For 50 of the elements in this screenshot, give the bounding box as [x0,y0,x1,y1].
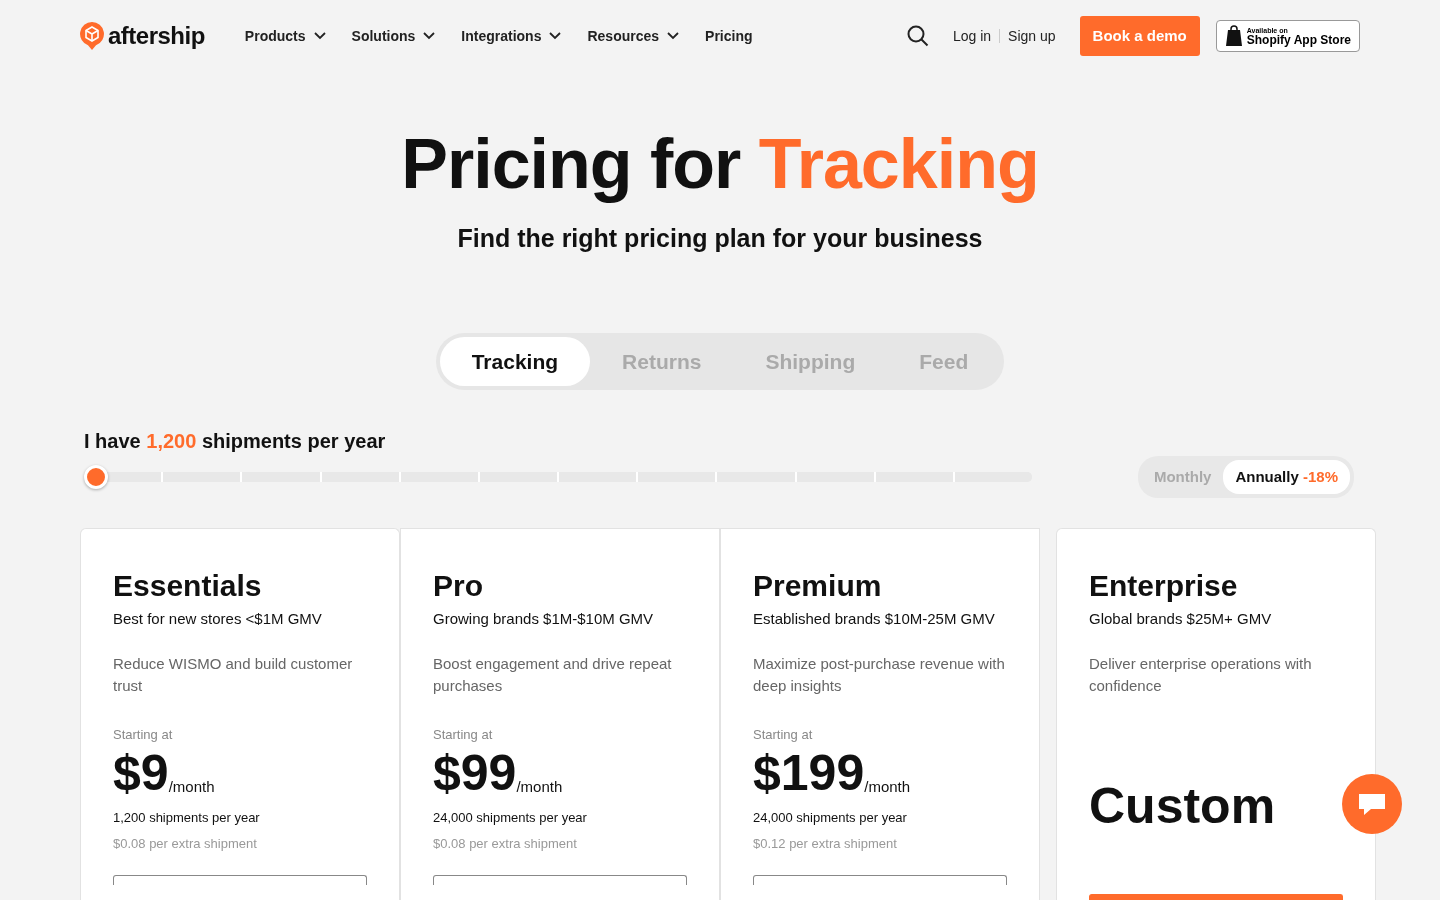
chat-bubble-icon [1357,791,1387,817]
login-link[interactable]: Log in [952,25,992,47]
plan-button[interactable] [753,875,1007,885]
plan-price: $99 [433,748,517,798]
plan-audience: Global brands $25M+ GMV [1089,609,1273,629]
plan-price: Custom [1089,776,1277,836]
price-period: /month [864,777,911,797]
plan-button[interactable] [1089,893,1343,900]
nav-link[interactable]: Solutions [351,25,436,47]
plan-price: $199 [753,748,865,798]
plan-name: Pro [433,568,484,604]
extra-shipment-price: $0.12 per extra shipment [753,834,898,853]
plan-audience: Established brands $10M-25M GMV [753,609,996,629]
plan-description: Reduce WISMO and build customer trust [113,653,354,696]
hero-title: Pricing for Tracking [401,125,1039,203]
signup-link[interactable]: Sign up [1008,25,1056,47]
plan-description: Maximize post-purchase revenue with deep insights [753,653,1006,696]
billing-option[interactable]: Annually -18% [1223,459,1350,494]
nav-link[interactable]: Pricing [705,25,753,47]
plan-description: Deliver enterprise operations with confidence [1089,653,1313,696]
logo-icon [80,22,104,50]
included-shipments: 24,000 shipments per year [433,809,588,827]
included-shipments: 24,000 shipments per year [753,809,908,827]
nav-link[interactable]: Products [244,25,326,47]
price-period: /month [168,777,215,797]
starting-at-label: Starting at [753,725,814,744]
slider-thumb[interactable] [84,465,108,489]
logo-text[interactable]: aftership [108,18,205,54]
nav-link[interactable]: Resources [587,25,680,47]
starting-at-label: Starting at [433,725,494,744]
plan-button[interactable] [433,875,687,885]
hero-subtitle: Find the right pricing plan for your business [456,223,984,254]
nav-link[interactable]: Integrations [461,25,562,47]
included-shipments: 1,200 shipments per year [113,809,261,827]
starting-at-label: Starting at [113,725,174,744]
shipment-volume-label: I have 1,200 shipments per year [84,429,387,454]
plan-name: Premium [753,568,883,604]
plan-name: Essentials [113,568,263,604]
search-icon[interactable] [906,25,929,47]
plan-audience: Growing brands $1M-$10M GMV [433,609,655,629]
plan-price: $9 [113,748,169,798]
plan-description: Boost engagement and drive repeat purchases [433,653,673,696]
extra-shipment-price: $0.08 per extra shipment [433,834,578,853]
extra-shipment-price: $0.08 per extra shipment [113,834,258,853]
plan-name: Enterprise [1089,568,1239,604]
product-tab[interactable]: Tracking [439,336,591,386]
plan-audience: Best for new stores <$1M GMV [113,609,323,629]
plan-button[interactable] [113,875,367,885]
price-period: /month [516,777,563,797]
chat-button[interactable] [1342,774,1402,834]
